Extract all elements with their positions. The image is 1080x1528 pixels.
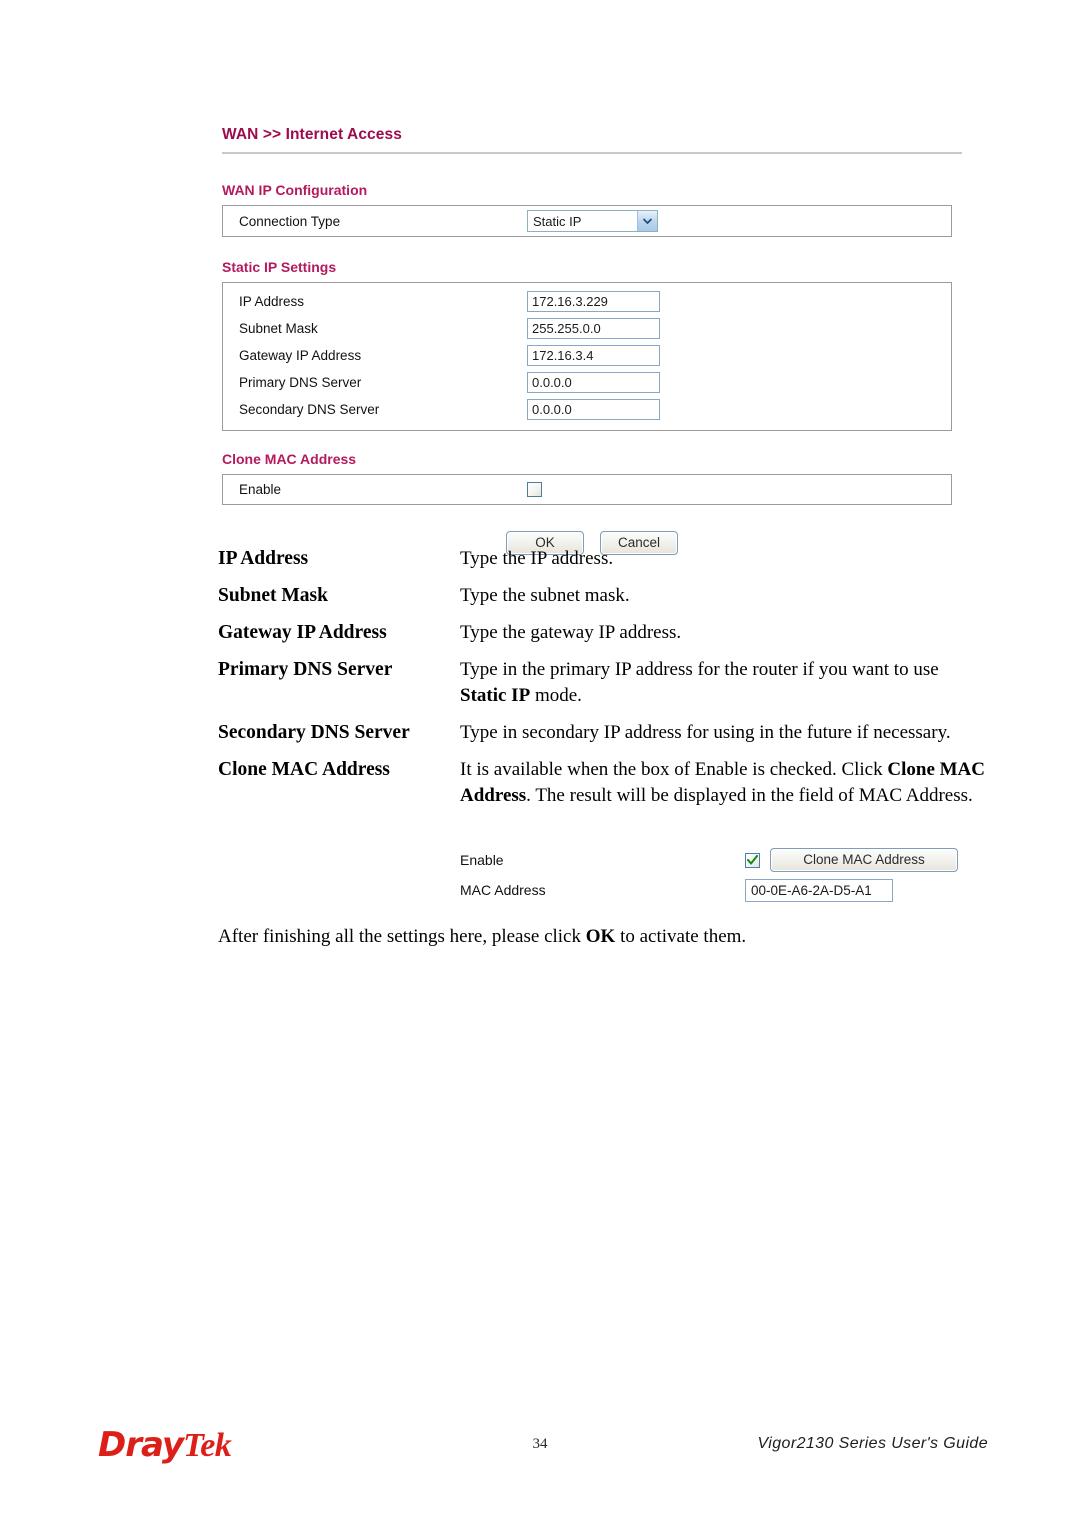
definition-row: Secondary DNS Server Type in secondary I… xyxy=(218,720,988,746)
definition-row: Gateway IP Address Type the gateway IP a… xyxy=(218,620,988,646)
connection-type-label: Connection Type xyxy=(239,213,341,229)
clone-mac-address-button[interactable]: Clone MAC Address xyxy=(770,848,958,872)
clone-mac-enable-label: Enable xyxy=(239,482,282,497)
definition-term: Primary DNS Server xyxy=(218,659,393,680)
definition-row: Subnet Mask Type the subnet mask. xyxy=(218,583,988,609)
breadcrumb-divider xyxy=(222,152,962,154)
connection-type-row: Connection Type Static IP xyxy=(223,206,951,236)
definition-description: Type the subnet mask. xyxy=(460,585,630,606)
inline-enable-field: Clone MAC Address xyxy=(745,848,958,872)
inline-mac-row: MAC Address xyxy=(460,875,980,905)
inline-mac-address-field xyxy=(745,878,893,902)
static-ip-row: Gateway IP Address xyxy=(223,342,951,369)
definition-description: Type the IP address. xyxy=(460,548,614,569)
inline-enable-row: Enable Clone MAC Address xyxy=(460,845,980,875)
ip-address-input[interactable] xyxy=(527,291,660,312)
definition-term: Clone MAC Address xyxy=(218,759,390,780)
field-definitions-list: IP Address Type the IP address. Subnet M… xyxy=(218,546,988,820)
clone-mac-address-sub-screenshot: Enable Clone MAC Address MAC Address xyxy=(460,845,980,905)
definition-row: IP Address Type the IP address. xyxy=(218,546,988,572)
section-title-clone-mac-address: Clone MAC Address xyxy=(222,451,357,467)
clone-mac-enable-row: Enable xyxy=(223,475,951,504)
page-footer: DrayTek 34 Vigor2130 Series User's Guide xyxy=(0,1424,1080,1484)
clone-mac-address-panel: Enable xyxy=(222,474,952,505)
mac-address-input[interactable] xyxy=(745,878,893,902)
section-title-wan-ip-configuration: WAN IP Configuration xyxy=(222,182,368,198)
wan-ip-configuration-panel: Connection Type Static IP xyxy=(222,205,952,237)
router-ui-screenshot: WAN >> Internet Access WAN IP Configurat… xyxy=(222,126,962,555)
static-ip-row: IP Address xyxy=(223,288,951,315)
static-ip-row: Secondary DNS Server xyxy=(223,396,951,423)
definition-description: Type in secondary IP address for using i… xyxy=(460,722,951,743)
definition-description: Type the gateway IP address. xyxy=(460,622,682,643)
primary-dns-server-field-wrap xyxy=(527,372,951,393)
guide-title: Vigor2130 Series User's Guide xyxy=(757,1435,988,1452)
static-ip-row: Primary DNS Server xyxy=(223,369,951,396)
definition-term: Secondary DNS Server xyxy=(218,722,410,743)
static-ip-row: Subnet Mask xyxy=(223,315,951,342)
section-title-static-ip-settings: Static IP Settings xyxy=(222,259,337,275)
definition-description: Type in the primary IP address for the r… xyxy=(460,659,939,706)
gateway-ip-address-field-wrap xyxy=(527,345,951,366)
secondary-dns-server-input[interactable] xyxy=(527,399,660,420)
definition-row: Clone MAC Address It is available when t… xyxy=(218,757,988,809)
secondary-dns-server-field-wrap xyxy=(527,399,951,420)
connection-type-select[interactable]: Static IP xyxy=(527,210,658,232)
subnet-mask-input[interactable] xyxy=(527,318,660,339)
connection-type-field: Static IP xyxy=(527,210,951,232)
inline-mac-address-label: MAC Address xyxy=(460,882,546,898)
definition-row: Primary DNS Server Type in the primary I… xyxy=(218,657,988,709)
gateway-ip-address-label: Gateway IP Address xyxy=(239,348,362,363)
document-page: WAN >> Internet Access WAN IP Configurat… xyxy=(0,0,1080,1528)
definition-term: Subnet Mask xyxy=(218,585,328,606)
ip-address-label: IP Address xyxy=(239,294,305,309)
connection-type-selected-value: Static IP xyxy=(533,213,582,229)
check-icon xyxy=(747,855,758,865)
gateway-ip-address-input[interactable] xyxy=(527,345,660,366)
clone-mac-enable-field xyxy=(527,482,951,497)
definition-term: IP Address xyxy=(218,548,309,569)
static-ip-settings-panel: IP Address Subnet Mask Gateway IP Addres… xyxy=(222,282,952,431)
primary-dns-server-input[interactable] xyxy=(527,372,660,393)
clone-mac-enable-checkbox-checked[interactable] xyxy=(745,852,760,868)
ip-address-field-wrap xyxy=(527,291,951,312)
subnet-mask-field-wrap xyxy=(527,318,951,339)
chevron-down-icon[interactable] xyxy=(637,211,657,231)
subnet-mask-label: Subnet Mask xyxy=(239,321,318,336)
secondary-dns-server-label: Secondary DNS Server xyxy=(239,402,380,417)
primary-dns-server-label: Primary DNS Server xyxy=(239,375,362,390)
breadcrumb: WAN >> Internet Access xyxy=(222,126,402,143)
closing-paragraph: After finishing all the settings here, p… xyxy=(218,926,747,947)
inline-enable-label: Enable xyxy=(460,852,504,868)
clone-mac-enable-checkbox[interactable] xyxy=(527,482,542,497)
definition-description: It is available when the box of Enable i… xyxy=(460,759,986,806)
definition-term: Gateway IP Address xyxy=(218,622,387,643)
